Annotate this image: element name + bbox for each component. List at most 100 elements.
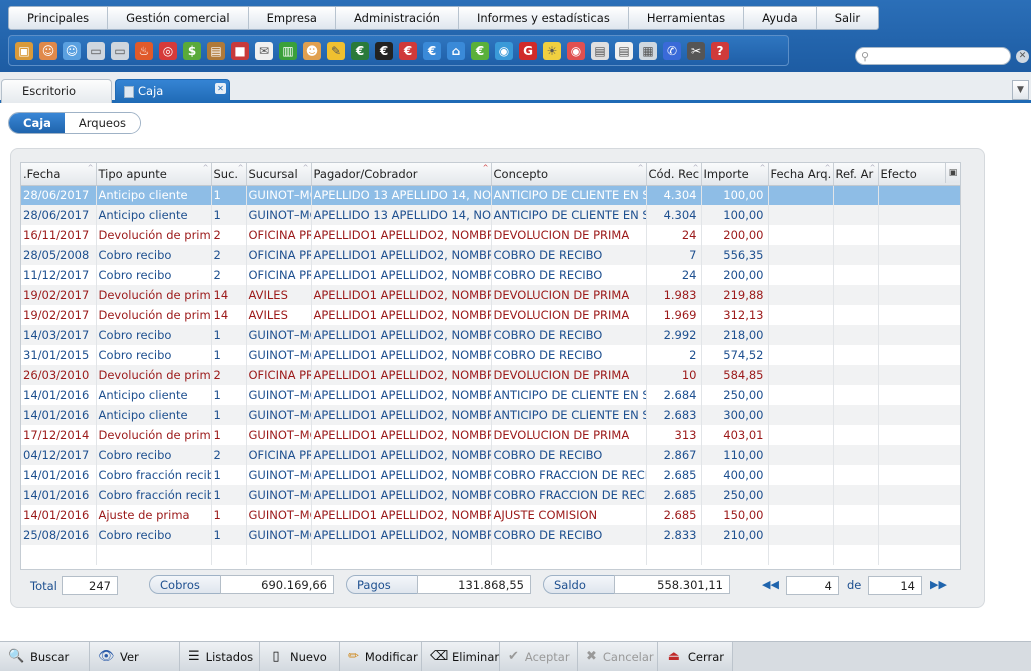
current-page-input[interactable]: 4 bbox=[786, 576, 839, 595]
cerrar-button[interactable]: ⏏ Cerrar bbox=[658, 642, 733, 671]
table-row[interactable]: 28/06/2017Anticipo cliente1GUINOT–MOAPEL… bbox=[21, 205, 960, 225]
close-icon[interactable]: ✕ bbox=[1016, 50, 1029, 63]
cell-suc: 2 bbox=[211, 245, 247, 265]
lightbulb-icon[interactable]: ☀ bbox=[541, 40, 563, 62]
help-icon[interactable]: ? bbox=[709, 40, 731, 62]
table-row[interactable]: 14/01/2016 Cobro fracción recibo 1 GUINOT–M… bbox=[21, 465, 960, 485]
euro-blue-icon[interactable]: € bbox=[421, 40, 443, 62]
column-header[interactable]: Ref. Ar ^ bbox=[833, 163, 879, 186]
window-icon[interactable]: ▭ bbox=[85, 40, 107, 62]
tools-icon[interactable]: ✂ bbox=[685, 40, 707, 62]
euro-black-icon[interactable]: € bbox=[373, 40, 395, 62]
menu-item-1[interactable]: Gestión comercial bbox=[108, 7, 249, 29]
ver-button[interactable]: 👁 Ver bbox=[90, 642, 180, 671]
cell-sucursal: GUINOT–MO bbox=[246, 425, 312, 445]
caja-grid: .Fecha ^ Tipo apunte ^ Suc. ^ Sucursal ^ Pagador… bbox=[20, 162, 961, 570]
listados-button[interactable]: ☰ Listados bbox=[180, 642, 260, 671]
column-header[interactable]: Concepto ^ bbox=[491, 163, 647, 186]
cube-icon[interactable]: ▣ bbox=[13, 40, 35, 62]
table-row[interactable]: 19/02/2017 Devolución de prima 14 AVILES APE… bbox=[21, 305, 960, 325]
table-row[interactable]: 16/11/2017 Devolución de prima 2 OFICINA PR… bbox=[21, 225, 960, 245]
calc-icon[interactable]: ▦ bbox=[637, 40, 659, 62]
cell-tipo: Devolución de prima bbox=[96, 425, 212, 445]
nuevo-button[interactable]: ▯ Nuevo bbox=[260, 642, 340, 671]
table-row[interactable]: 31/01/2015Cobro recibo1GUINOT–MOAPELLIDO… bbox=[21, 345, 960, 365]
table-row[interactable]: 19/02/2017 Devolución de prima 14 AVILES APE… bbox=[21, 285, 960, 305]
column-header[interactable]: Importe ^ bbox=[701, 163, 769, 186]
ie-icon[interactable]: ◉ bbox=[493, 40, 515, 62]
table-row[interactable]: 28/05/2008 Cobro recibo 2 OFICINA PR APELLID… bbox=[21, 245, 960, 265]
column-chooser-icon[interactable]: ▣ bbox=[945, 163, 960, 183]
cell-empty bbox=[833, 465, 879, 485]
menu-item-4[interactable]: Informes y estadísticas bbox=[459, 7, 629, 29]
column-header[interactable]: Suc. ^ bbox=[211, 163, 247, 186]
column-header[interactable]: Fecha Arq. ^ bbox=[768, 163, 834, 186]
menu-item-6[interactable]: Ayuda bbox=[744, 7, 817, 29]
tab-caja[interactable]: Caja ✕ bbox=[115, 79, 230, 103]
table-row[interactable]: 17/12/2014Devolución de prima1GUINOT–MOA… bbox=[21, 425, 960, 445]
table-row[interactable]: 14/01/2016Anticipo cliente1GUINOT–MOAPEL… bbox=[21, 405, 960, 425]
column-header[interactable]: Cód. Rec ^ bbox=[646, 163, 702, 186]
tab-escritorio[interactable]: Escritorio bbox=[1, 79, 112, 103]
table-row[interactable]: 28/06/2017Anticipo cliente1GUINOT–MOAPEL… bbox=[21, 185, 960, 205]
table-row[interactable]: 14/01/2016 Cobro fracción recibo 1 GUINOT–M… bbox=[21, 485, 960, 505]
cell-tipo: Anticipo cliente bbox=[96, 205, 212, 225]
eraser-icon: ⌫ bbox=[430, 649, 449, 664]
report-icon[interactable]: ▤ bbox=[613, 40, 635, 62]
table-row[interactable]: 11/12/2017 Cobro recibo 2 OFICINA PR APELLID… bbox=[21, 265, 960, 285]
column-header[interactable]: Pagador/Cobrador ^ bbox=[311, 163, 492, 186]
column-header[interactable]: Tipo apunte ^ bbox=[96, 163, 212, 186]
cell-cod: 7 bbox=[646, 245, 702, 265]
menu-item-0[interactable]: Principales bbox=[9, 7, 109, 29]
phone-icon[interactable]: ✆ bbox=[661, 40, 683, 62]
google-icon[interactable]: G bbox=[517, 40, 539, 62]
prev-page-icon[interactable]: ◀◀ bbox=[762, 578, 779, 591]
menu-item-2[interactable]: Empresa bbox=[249, 7, 336, 29]
table-row[interactable]: 14/03/2017Cobro recibo1GUINOT–MOAPELLIDO… bbox=[21, 325, 960, 345]
column-header[interactable]: Sucursal ^ bbox=[246, 163, 312, 186]
cell-cod: 24 bbox=[646, 265, 702, 285]
tab-close-icon[interactable]: ✕ bbox=[215, 83, 226, 94]
table-row[interactable]: 25/08/2016Cobro recibo1GUINOT–MOAPELLIDO… bbox=[21, 525, 960, 545]
euro-house-icon[interactable]: ⌂ bbox=[445, 40, 467, 62]
table-row[interactable]: 14/01/2016Ajuste de prima1GUINOT–MOAPELL… bbox=[21, 505, 960, 525]
cancelar-button[interactable]: ✖ Cancelar bbox=[578, 642, 658, 671]
menu-item-5[interactable]: Herramientas bbox=[629, 7, 745, 29]
euro-green-icon[interactable]: € bbox=[469, 40, 491, 62]
envelope-icon[interactable]: ✉ bbox=[253, 40, 275, 62]
docs-icon[interactable]: ▤ bbox=[589, 40, 611, 62]
column-header[interactable]: .Fecha ^ bbox=[21, 163, 97, 186]
menu-item-3[interactable]: Administración bbox=[336, 7, 459, 29]
box-icon[interactable]: ▤ bbox=[205, 40, 227, 62]
cell-cod: 2 bbox=[646, 345, 702, 365]
cell-tipo: Cobro recibo bbox=[96, 265, 212, 285]
eye-icon[interactable]: ◉ bbox=[565, 40, 587, 62]
modificar-button[interactable]: ✏ Modificar bbox=[340, 642, 422, 671]
user-icon[interactable]: ☺ bbox=[37, 40, 59, 62]
search-input[interactable]: ⚲ bbox=[855, 47, 1011, 65]
bulb-icon[interactable]: ✎ bbox=[325, 40, 347, 62]
table-row[interactable]: 04/12/2017 Cobro recibo 2 OFICINA PR APELLID… bbox=[21, 445, 960, 465]
table-row[interactable]: 14/01/2016Anticipo cliente1GUINOT–MOAPEL… bbox=[21, 385, 960, 405]
fire-icon[interactable]: ♨ bbox=[133, 40, 155, 62]
next-page-icon[interactable]: ▶▶ bbox=[930, 578, 947, 591]
subtab-arqueos[interactable]: Arqueos bbox=[64, 113, 140, 133]
window2-icon[interactable]: ▭ bbox=[109, 40, 131, 62]
table-row[interactable]: 26/03/2010 Devolución de prima 2 OFICINA PR… bbox=[21, 365, 960, 385]
tab-list-dropdown[interactable]: ▼ bbox=[1012, 80, 1029, 100]
target-icon[interactable]: ◎ bbox=[157, 40, 179, 62]
euro-person-icon[interactable]: € bbox=[397, 40, 419, 62]
menu-item-7[interactable]: Salir bbox=[817, 7, 878, 29]
camera-icon[interactable]: ■ bbox=[229, 40, 251, 62]
money-icon[interactable]: $ bbox=[181, 40, 203, 62]
buscar-button[interactable]: 🔍 Buscar bbox=[0, 642, 90, 671]
cell-concepto: DEVOLUCION DE PRIMA bbox=[491, 365, 647, 385]
user-blue-icon[interactable]: ☺ bbox=[61, 40, 83, 62]
cell-empty bbox=[833, 445, 879, 465]
building-icon[interactable]: ▥ bbox=[277, 40, 299, 62]
person-icon[interactable]: ☻ bbox=[301, 40, 323, 62]
subtab-caja[interactable]: Caja bbox=[9, 113, 65, 133]
aceptar-button[interactable]: ✔ Aceptar bbox=[500, 642, 578, 671]
eliminar-button[interactable]: ⌫ Eliminar bbox=[422, 642, 500, 671]
euro-flag-icon[interactable]: € bbox=[349, 40, 371, 62]
